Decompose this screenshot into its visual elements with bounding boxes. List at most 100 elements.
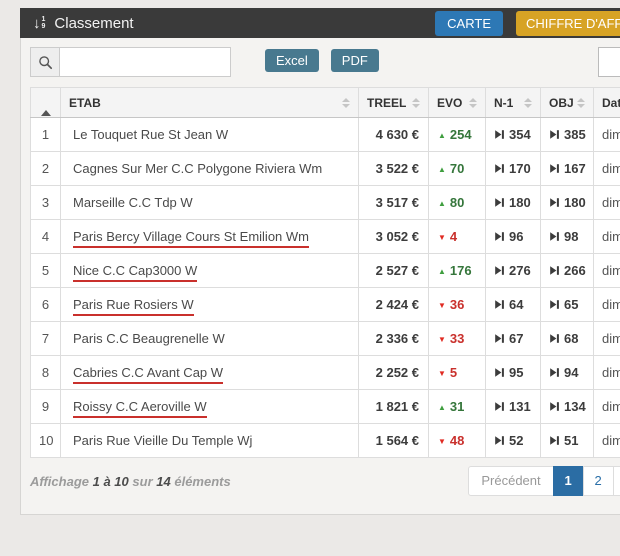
column-header-obj[interactable]: OBJ bbox=[541, 88, 594, 118]
n1-cell: 52 bbox=[486, 424, 541, 458]
obj-cell: 65 bbox=[541, 288, 594, 322]
etab-cell: Le Touquet Rue St Jean W bbox=[61, 118, 359, 152]
toolbar-right-input[interactable] bbox=[598, 47, 620, 77]
table-row[interactable]: 9Roissy C.C Aeroville W1 821 €▲31131134d… bbox=[31, 390, 620, 424]
table-row[interactable]: 5Nice C.C Cap3000 W2 527 €▲176276266dim bbox=[31, 254, 620, 288]
step-forward-icon bbox=[494, 401, 505, 412]
evo-cell: ▲176 bbox=[429, 254, 486, 288]
table-row[interactable]: 8Cabries C.C Avant Cap W2 252 €▼59594dim bbox=[31, 356, 620, 390]
step-forward-icon bbox=[549, 435, 560, 446]
step-forward-icon bbox=[549, 163, 560, 174]
treel-cell: 2 252 € bbox=[359, 356, 429, 390]
step-forward-icon bbox=[549, 367, 560, 378]
arrow-up-icon: ▲ bbox=[438, 199, 446, 208]
arrow-up-icon: ▲ bbox=[438, 403, 446, 412]
step-forward-icon bbox=[549, 401, 560, 412]
table-row[interactable]: 3Marseille C.C Tdp W3 517 €▲80180180dim bbox=[31, 186, 620, 220]
step-forward-icon bbox=[494, 197, 505, 208]
etab-name: Nice C.C Cap3000 W bbox=[73, 263, 197, 282]
table-body: 1Le Touquet Rue St Jean W4 630 €▲2543543… bbox=[31, 118, 620, 458]
date-cell: dim bbox=[594, 254, 620, 288]
etab-cell: Paris Rue Vieille Du Temple Wj bbox=[61, 424, 359, 458]
column-header-evo[interactable]: EVO bbox=[429, 88, 486, 118]
etab-cell: Cagnes Sur Mer C.C Polygone Riviera Wm bbox=[61, 152, 359, 186]
pagination-info: Affichage 1 à 10 sur 14 éléments bbox=[30, 474, 231, 489]
pagination-page-2[interactable]: 2 bbox=[583, 466, 614, 496]
evo-cell: ▲31 bbox=[429, 390, 486, 424]
panel-titlebar: ↓ 19 Classement CARTE CHIFFRE D'AFF bbox=[20, 8, 620, 38]
n1-cell: 354 bbox=[486, 118, 541, 152]
table-row[interactable]: 10Paris Rue Vieille Du Temple Wj1 564 €▼… bbox=[31, 424, 620, 458]
etab-name: Cagnes Sur Mer C.C Polygone Riviera Wm bbox=[73, 161, 322, 176]
etab-cell: Paris C.C Beaugrenelle W bbox=[61, 322, 359, 356]
sort-carets-icon bbox=[577, 98, 585, 108]
carte-button[interactable]: CARTE bbox=[435, 11, 503, 36]
date-cell: dim bbox=[594, 186, 620, 220]
etab-name: Paris Bercy Village Cours St Emilion Wm bbox=[73, 229, 309, 248]
n1-cell: 131 bbox=[486, 390, 541, 424]
sort-numeric-icon: ↓ 19 bbox=[33, 16, 45, 31]
date-cell: dim bbox=[594, 356, 620, 390]
column-header-etab[interactable]: ETAB bbox=[61, 88, 359, 118]
obj-cell: 167 bbox=[541, 152, 594, 186]
sort-carets-icon bbox=[342, 98, 350, 108]
step-forward-icon bbox=[494, 299, 505, 310]
rank-cell: 4 bbox=[31, 220, 61, 254]
pdf-export-button[interactable]: PDF bbox=[331, 49, 379, 72]
sort-carets-icon bbox=[469, 98, 477, 108]
pagination-previous-button[interactable]: Précédent bbox=[468, 466, 553, 496]
table-row[interactable]: 6Paris Rue Rosiers W2 424 €▼366465dim bbox=[31, 288, 620, 322]
treel-cell: 4 630 € bbox=[359, 118, 429, 152]
pagination-page-1[interactable]: 1 bbox=[553, 466, 584, 496]
etab-name: Roissy C.C Aeroville W bbox=[73, 399, 207, 418]
table-row[interactable]: 1Le Touquet Rue St Jean W4 630 €▲2543543… bbox=[31, 118, 620, 152]
chiffre-affaires-button[interactable]: CHIFFRE D'AFF bbox=[516, 11, 620, 36]
evo-cell: ▲80 bbox=[429, 186, 486, 220]
treel-cell: 1 564 € bbox=[359, 424, 429, 458]
column-header-date[interactable]: Date bbox=[594, 88, 620, 118]
n1-cell: 96 bbox=[486, 220, 541, 254]
etab-name: Cabries C.C Avant Cap W bbox=[73, 365, 223, 384]
page: ↓ 19 Classement CARTE CHIFFRE D'AFF bbox=[0, 0, 620, 556]
evo-cell: ▼33 bbox=[429, 322, 486, 356]
rank-cell: 5 bbox=[31, 254, 61, 288]
obj-cell: 266 bbox=[541, 254, 594, 288]
toolbar: Excel PDF bbox=[30, 47, 620, 87]
etab-cell: Marseille C.C Tdp W bbox=[61, 186, 359, 220]
obj-cell: 134 bbox=[541, 390, 594, 424]
table-row[interactable]: 4 Paris Bercy Village Cours St Emilion Wm… bbox=[31, 220, 620, 254]
step-forward-icon bbox=[494, 265, 505, 276]
pagination-next-button[interactable]: Suivant bbox=[613, 466, 620, 496]
arrow-down-icon: ▼ bbox=[438, 369, 446, 378]
date-cell: dim bbox=[594, 390, 620, 424]
search-icon bbox=[30, 47, 59, 77]
pagination: Précédent 1 2 Suivant bbox=[468, 466, 620, 496]
column-header-rank[interactable] bbox=[31, 88, 61, 118]
search-input[interactable] bbox=[59, 47, 231, 77]
etab-name: Marseille C.C Tdp W bbox=[73, 195, 193, 210]
obj-cell: 68 bbox=[541, 322, 594, 356]
n1-cell: 180 bbox=[486, 186, 541, 220]
arrow-down-icon: ▼ bbox=[438, 233, 446, 242]
column-header-treel[interactable]: TREEL bbox=[359, 88, 429, 118]
rank-cell: 7 bbox=[31, 322, 61, 356]
date-cell: dim bbox=[594, 424, 620, 458]
table-row[interactable]: 7Paris C.C Beaugrenelle W2 336 €▼336768d… bbox=[31, 322, 620, 356]
excel-export-button[interactable]: Excel bbox=[265, 49, 319, 72]
evo-cell: ▼4 bbox=[429, 220, 486, 254]
treel-cell: 2 424 € bbox=[359, 288, 429, 322]
n1-cell: 276 bbox=[486, 254, 541, 288]
n1-cell: 170 bbox=[486, 152, 541, 186]
panel-title: Classement bbox=[54, 15, 133, 32]
rank-cell: 1 bbox=[31, 118, 61, 152]
date-cell: dim bbox=[594, 118, 620, 152]
column-header-n1[interactable]: N-1 bbox=[486, 88, 541, 118]
etab-name: Paris Rue Rosiers W bbox=[73, 297, 194, 316]
treel-cell: 3 052 € bbox=[359, 220, 429, 254]
etab-name: Paris Rue Vieille Du Temple Wj bbox=[73, 433, 252, 448]
treel-cell: 2 336 € bbox=[359, 322, 429, 356]
n1-cell: 67 bbox=[486, 322, 541, 356]
n1-cell: 95 bbox=[486, 356, 541, 390]
table-row[interactable]: 2Cagnes Sur Mer C.C Polygone Riviera Wm3… bbox=[31, 152, 620, 186]
classement-panel: ↓ 19 Classement CARTE CHIFFRE D'AFF bbox=[20, 8, 620, 515]
